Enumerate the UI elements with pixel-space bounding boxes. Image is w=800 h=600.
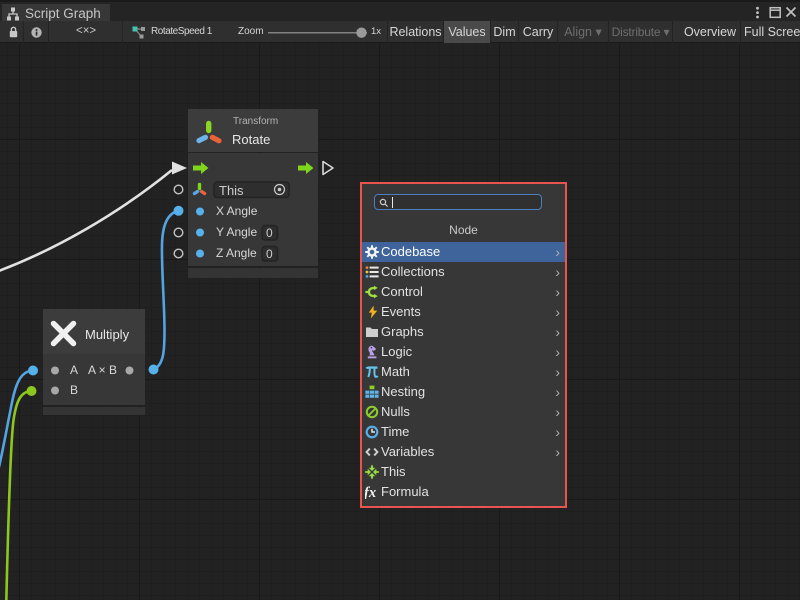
svg-text:fx: fx xyxy=(365,485,376,499)
